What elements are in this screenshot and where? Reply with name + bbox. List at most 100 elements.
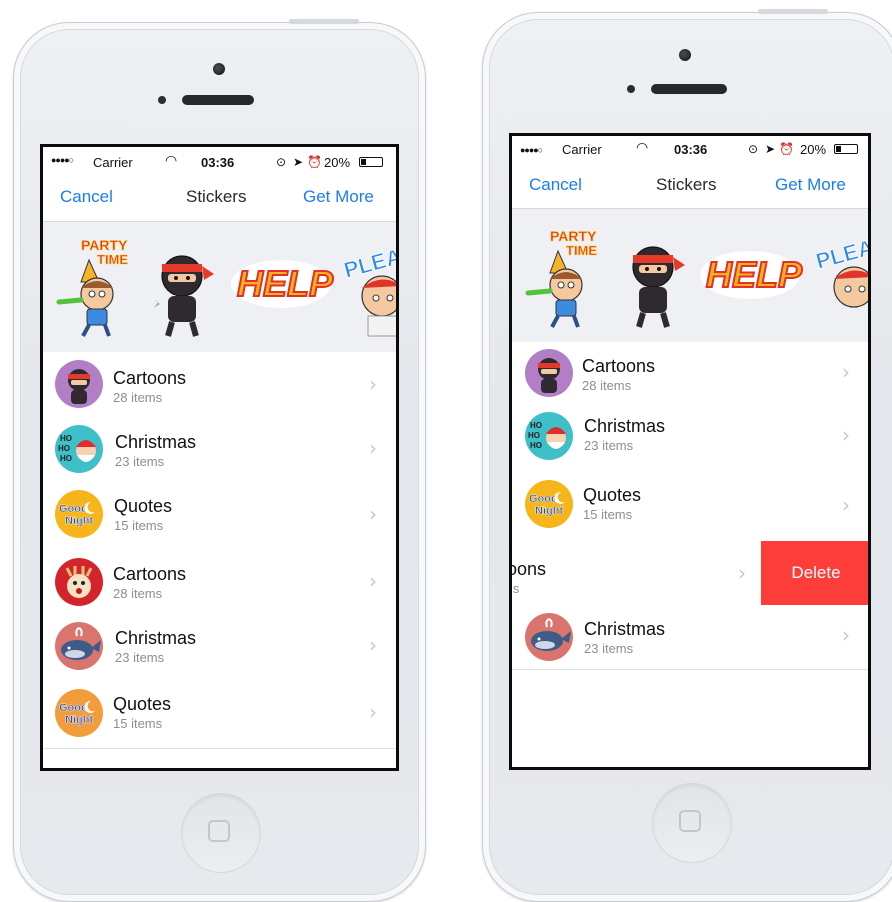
santa-ho-text: HO (530, 421, 542, 430)
home-button[interactable] (652, 783, 732, 863)
party-sticker-text: PARTY (550, 228, 597, 244)
navigation-bar: Cancel Stickers Get More (512, 162, 868, 209)
good-night-avatar-icon: Good Night (55, 490, 103, 538)
list-item[interactable]: Christmas 23 items › (43, 614, 396, 679)
list-item[interactable]: Cartoons 28 items › (512, 342, 868, 406)
please-sticker: PLEA (341, 246, 396, 337)
get-more-button[interactable]: Get More (775, 175, 846, 195)
chevron-right-icon: › (842, 623, 850, 647)
item-count: 15 items (114, 518, 164, 533)
alarm-icon: ⏰ (779, 142, 794, 156)
item-count: 23 items (115, 454, 165, 469)
location-icon: ➤ (765, 142, 776, 156)
chevron-right-icon: › (369, 502, 377, 526)
party-time-sticker: PARTY TIME (56, 237, 129, 337)
item-title: Quotes (113, 694, 172, 714)
battery-percent: 20% (324, 155, 351, 170)
santa-ho-text: HO (530, 441, 542, 450)
screen-right: ●●●●○ Carrier ◠ 03:36 ⊙ ➤ ⏰ 20% Cancel S… (509, 133, 871, 770)
wifi-icon: ◠ (636, 139, 649, 155)
get-more-button[interactable]: Get More (303, 187, 374, 207)
ninja-avatar-icon (55, 360, 103, 408)
good-night-avatar-icon: Good Night (525, 480, 573, 528)
sticker-banner[interactable]: PARTY TIME HELP PLEA (43, 222, 396, 352)
party-sticker-text: PARTY (81, 237, 128, 253)
carrier-label: Carrier (93, 155, 133, 170)
power-button (758, 9, 828, 14)
chevron-right-icon: › (369, 372, 377, 396)
item-title: Cartoons (582, 356, 656, 376)
list-item[interactable]: HO HO HO Christmas 23 items › (512, 405, 868, 470)
chevron-right-icon: › (369, 569, 377, 593)
home-square-icon (679, 810, 701, 832)
santa-avatar-icon: HO HO HO (525, 412, 573, 460)
party-sticker-text: TIME (97, 252, 128, 267)
alarm-icon: ⏰ (307, 155, 322, 169)
sensor-dot (158, 96, 166, 104)
santa-avatar-icon: HO HO HO (55, 425, 103, 473)
delete-label: Delete (791, 563, 841, 582)
item-count: 28 items (113, 390, 163, 405)
chevron-right-icon: › (369, 700, 377, 724)
swiped-list-item[interactable]: toons ms › Delete (512, 541, 868, 606)
santa-ho-text: HO (60, 454, 72, 463)
whale-avatar-icon (525, 613, 573, 661)
party-sticker-text: TIME (566, 243, 597, 258)
list-item[interactable]: Christmas 23 items › (512, 605, 868, 670)
help-sticker-text: HELP (237, 263, 334, 304)
item-title: toons (512, 559, 547, 579)
chevron-right-icon: › (738, 561, 746, 585)
chevron-right-icon: › (369, 436, 377, 460)
please-sticker: PLEA (813, 237, 868, 308)
ninja-sticker (154, 255, 214, 337)
navigation-bar: Cancel Stickers Get More (43, 177, 396, 222)
cancel-button[interactable]: Cancel (529, 175, 582, 195)
cancel-button[interactable]: Cancel (60, 187, 113, 207)
ninja-sticker (632, 246, 685, 328)
item-count: 23 items (115, 650, 165, 665)
front-camera (213, 63, 225, 75)
earpiece-speaker (182, 95, 254, 105)
battery-percent: 20% (800, 142, 827, 157)
list-item[interactable]: Cartoons 28 items › (43, 550, 396, 615)
item-title: Quotes (114, 496, 173, 516)
ninja-avatar-icon (525, 349, 573, 397)
item-count: 15 items (583, 507, 633, 522)
item-count: 23 items (584, 438, 634, 453)
nav-title: Stickers (186, 187, 247, 206)
lock-rotation-icon: ⊙ (276, 155, 287, 169)
item-title: Christmas (115, 628, 197, 648)
reindeer-avatar-icon (55, 558, 103, 606)
lock-rotation-icon: ⊙ (748, 142, 759, 156)
party-time-sticker: PARTY TIME (525, 228, 598, 328)
nav-title: Stickers (656, 175, 717, 194)
status-bar: ●●●●○ Carrier ◠ 03:36 ⊙ ➤ ⏰ 20% (512, 136, 868, 162)
earpiece-speaker (651, 84, 727, 94)
front-camera (679, 49, 691, 61)
chevron-right-icon: › (369, 633, 377, 657)
chevron-right-icon: › (842, 493, 850, 517)
item-title: Cartoons (113, 564, 187, 584)
list-item[interactable]: Good Night Quotes 15 items › (512, 469, 868, 542)
chevron-right-icon: › (842, 423, 850, 447)
home-button[interactable] (181, 793, 261, 873)
item-count: 15 items (113, 716, 163, 731)
sticker-banner[interactable]: PARTY TIME HELP PLEA (512, 209, 868, 342)
good-night-avatar-icon: Good Night (55, 689, 103, 737)
list-item[interactable]: Cartoons 28 items › (43, 352, 396, 419)
delete-button[interactable]: Delete (761, 541, 868, 605)
item-count: ms (512, 581, 520, 596)
list-item[interactable]: Good Night Quotes 15 items › (43, 480, 396, 551)
item-title: Cartoons (113, 368, 187, 388)
chevron-right-icon: › (842, 360, 850, 384)
item-title: Christmas (584, 416, 666, 436)
signal-icon: ●●●●○ (520, 145, 543, 155)
battery-icon (834, 144, 858, 154)
list-item[interactable]: HO HO HO Christmas 23 items › (43, 418, 396, 481)
list-item[interactable]: Good Night Quotes 15 items › (43, 678, 396, 749)
santa-ho-text: HO (528, 431, 540, 440)
good-night-text: Good (59, 503, 88, 515)
santa-ho-text: HO (60, 434, 72, 443)
item-count: 23 items (584, 641, 634, 656)
good-night-text: Good (59, 702, 88, 714)
